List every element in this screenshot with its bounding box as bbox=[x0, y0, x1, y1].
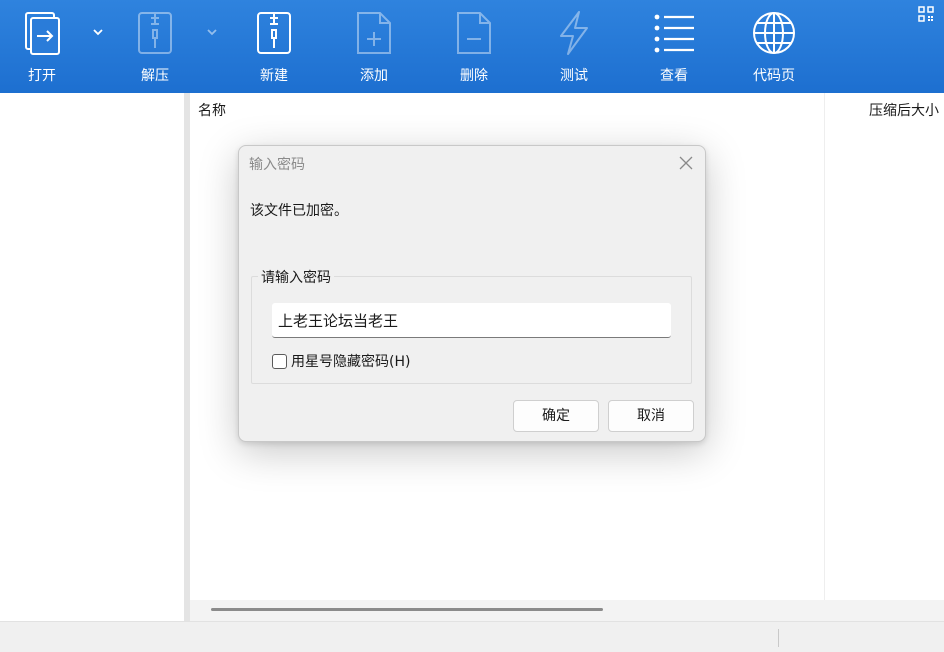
password-group: 请输入密码 用星号隐藏密码(H) bbox=[251, 267, 692, 384]
open-label: 打开 bbox=[28, 68, 56, 84]
lightning-icon bbox=[560, 11, 588, 55]
view-label: 查看 bbox=[660, 68, 688, 84]
horizontal-scrollbar[interactable] bbox=[190, 600, 944, 621]
add-button[interactable]: 添加 bbox=[332, 0, 416, 93]
dialog-title: 输入密码 bbox=[249, 157, 305, 173]
test-label: 测试 bbox=[560, 68, 588, 84]
new-archive-button[interactable]: 新建 bbox=[232, 0, 316, 93]
password-dialog: 输入密码 该文件已加密。 请输入密码 用星号隐藏密码(H) 确定 取消 bbox=[238, 145, 706, 442]
extract-label: 解压 bbox=[141, 68, 169, 84]
extract-button[interactable]: 解压 bbox=[113, 0, 197, 93]
codepage-label: 代码页 bbox=[753, 68, 795, 84]
column-divider[interactable] bbox=[824, 93, 825, 600]
hide-asterisks-label[interactable]: 用星号隐藏密码(H) bbox=[291, 351, 410, 371]
extract-icon bbox=[138, 12, 172, 54]
extract-dropdown-chevron-down-icon[interactable] bbox=[205, 27, 219, 37]
hide-asterisks-option[interactable]: 用星号隐藏密码(H) bbox=[272, 352, 410, 370]
folder-tree-pane[interactable] bbox=[0, 93, 184, 621]
layout-grid-icon[interactable] bbox=[918, 6, 934, 22]
globe-icon bbox=[753, 12, 795, 54]
delete-file-icon bbox=[457, 12, 491, 54]
hide-asterisks-checkbox[interactable] bbox=[272, 353, 287, 369]
close-icon[interactable] bbox=[679, 156, 693, 170]
status-bar bbox=[0, 621, 944, 652]
new-archive-icon bbox=[257, 12, 291, 54]
new-archive-label: 新建 bbox=[260, 68, 288, 84]
cancel-button[interactable]: 取消 bbox=[608, 400, 694, 432]
test-button[interactable]: 测试 bbox=[532, 0, 616, 93]
add-label: 添加 bbox=[360, 68, 388, 84]
open-button[interactable]: 打开 bbox=[0, 0, 84, 93]
toolbar: 打开 解压 新建 添加 删除 测试 查看 代码页 bbox=[0, 0, 944, 93]
open-icon bbox=[25, 12, 60, 55]
column-header-compressed-size[interactable]: 压缩后大小 bbox=[869, 100, 939, 120]
scrollbar-thumb[interactable] bbox=[211, 608, 603, 611]
status-divider bbox=[778, 629, 779, 647]
column-header-name[interactable]: 名称 bbox=[198, 100, 226, 120]
ok-button[interactable]: 确定 bbox=[513, 400, 599, 432]
open-dropdown-chevron-down-icon[interactable] bbox=[91, 27, 105, 37]
view-list-icon bbox=[654, 14, 694, 53]
encrypted-message: 该文件已加密。 bbox=[250, 203, 348, 219]
password-group-label: 请输入密码 bbox=[258, 267, 334, 287]
delete-label: 删除 bbox=[460, 68, 488, 84]
delete-button[interactable]: 删除 bbox=[432, 0, 516, 93]
view-button[interactable]: 查看 bbox=[632, 0, 716, 93]
password-input[interactable] bbox=[272, 303, 671, 338]
codepage-button[interactable]: 代码页 bbox=[732, 0, 816, 93]
add-file-icon bbox=[357, 12, 391, 54]
